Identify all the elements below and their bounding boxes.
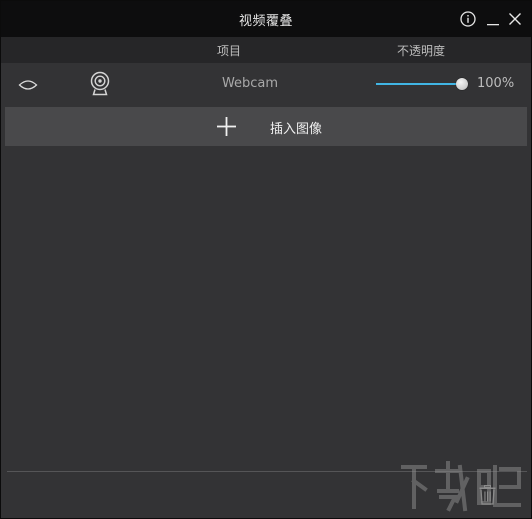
layer-row-webcam[interactable]: Webcam 100% — [1, 63, 531, 105]
opacity-slider[interactable] — [376, 78, 468, 90]
watermark-logo — [401, 461, 521, 512]
close-button[interactable] — [507, 11, 523, 27]
column-header-item: 项目 — [217, 44, 242, 58]
visibility-toggle[interactable] — [18, 77, 38, 91]
close-icon — [509, 13, 521, 25]
insert-image-label: 插入图像 — [270, 122, 323, 137]
layer-list-empty-area — [5, 146, 527, 469]
info-icon — [460, 11, 476, 27]
slider-fill — [376, 83, 462, 85]
insert-image-button[interactable]: 插入图像 — [5, 107, 527, 146]
layer-name: Webcam — [221, 76, 279, 91]
info-button[interactable] — [460, 11, 476, 27]
title-bar[interactable]: 视频覆叠 — [1, 1, 531, 37]
slider-thumb[interactable] — [456, 78, 468, 90]
window-title: 视频覆叠 — [238, 14, 293, 29]
video-overlay-window: 视频覆叠 项目 不透明度 Webcam 100% 插入图像 — [0, 0, 532, 519]
column-header-row: 项目 不透明度 — [1, 37, 531, 63]
webcam-icon — [90, 71, 110, 96]
layer-type-icon — [89, 71, 111, 97]
minimize-button[interactable] — [485, 11, 501, 27]
minimize-icon — [487, 24, 499, 26]
eye-icon — [18, 80, 38, 90]
plus-icon — [217, 117, 236, 136]
opacity-value: 100% — [477, 76, 515, 91]
column-header-opacity: 不透明度 — [397, 44, 446, 58]
